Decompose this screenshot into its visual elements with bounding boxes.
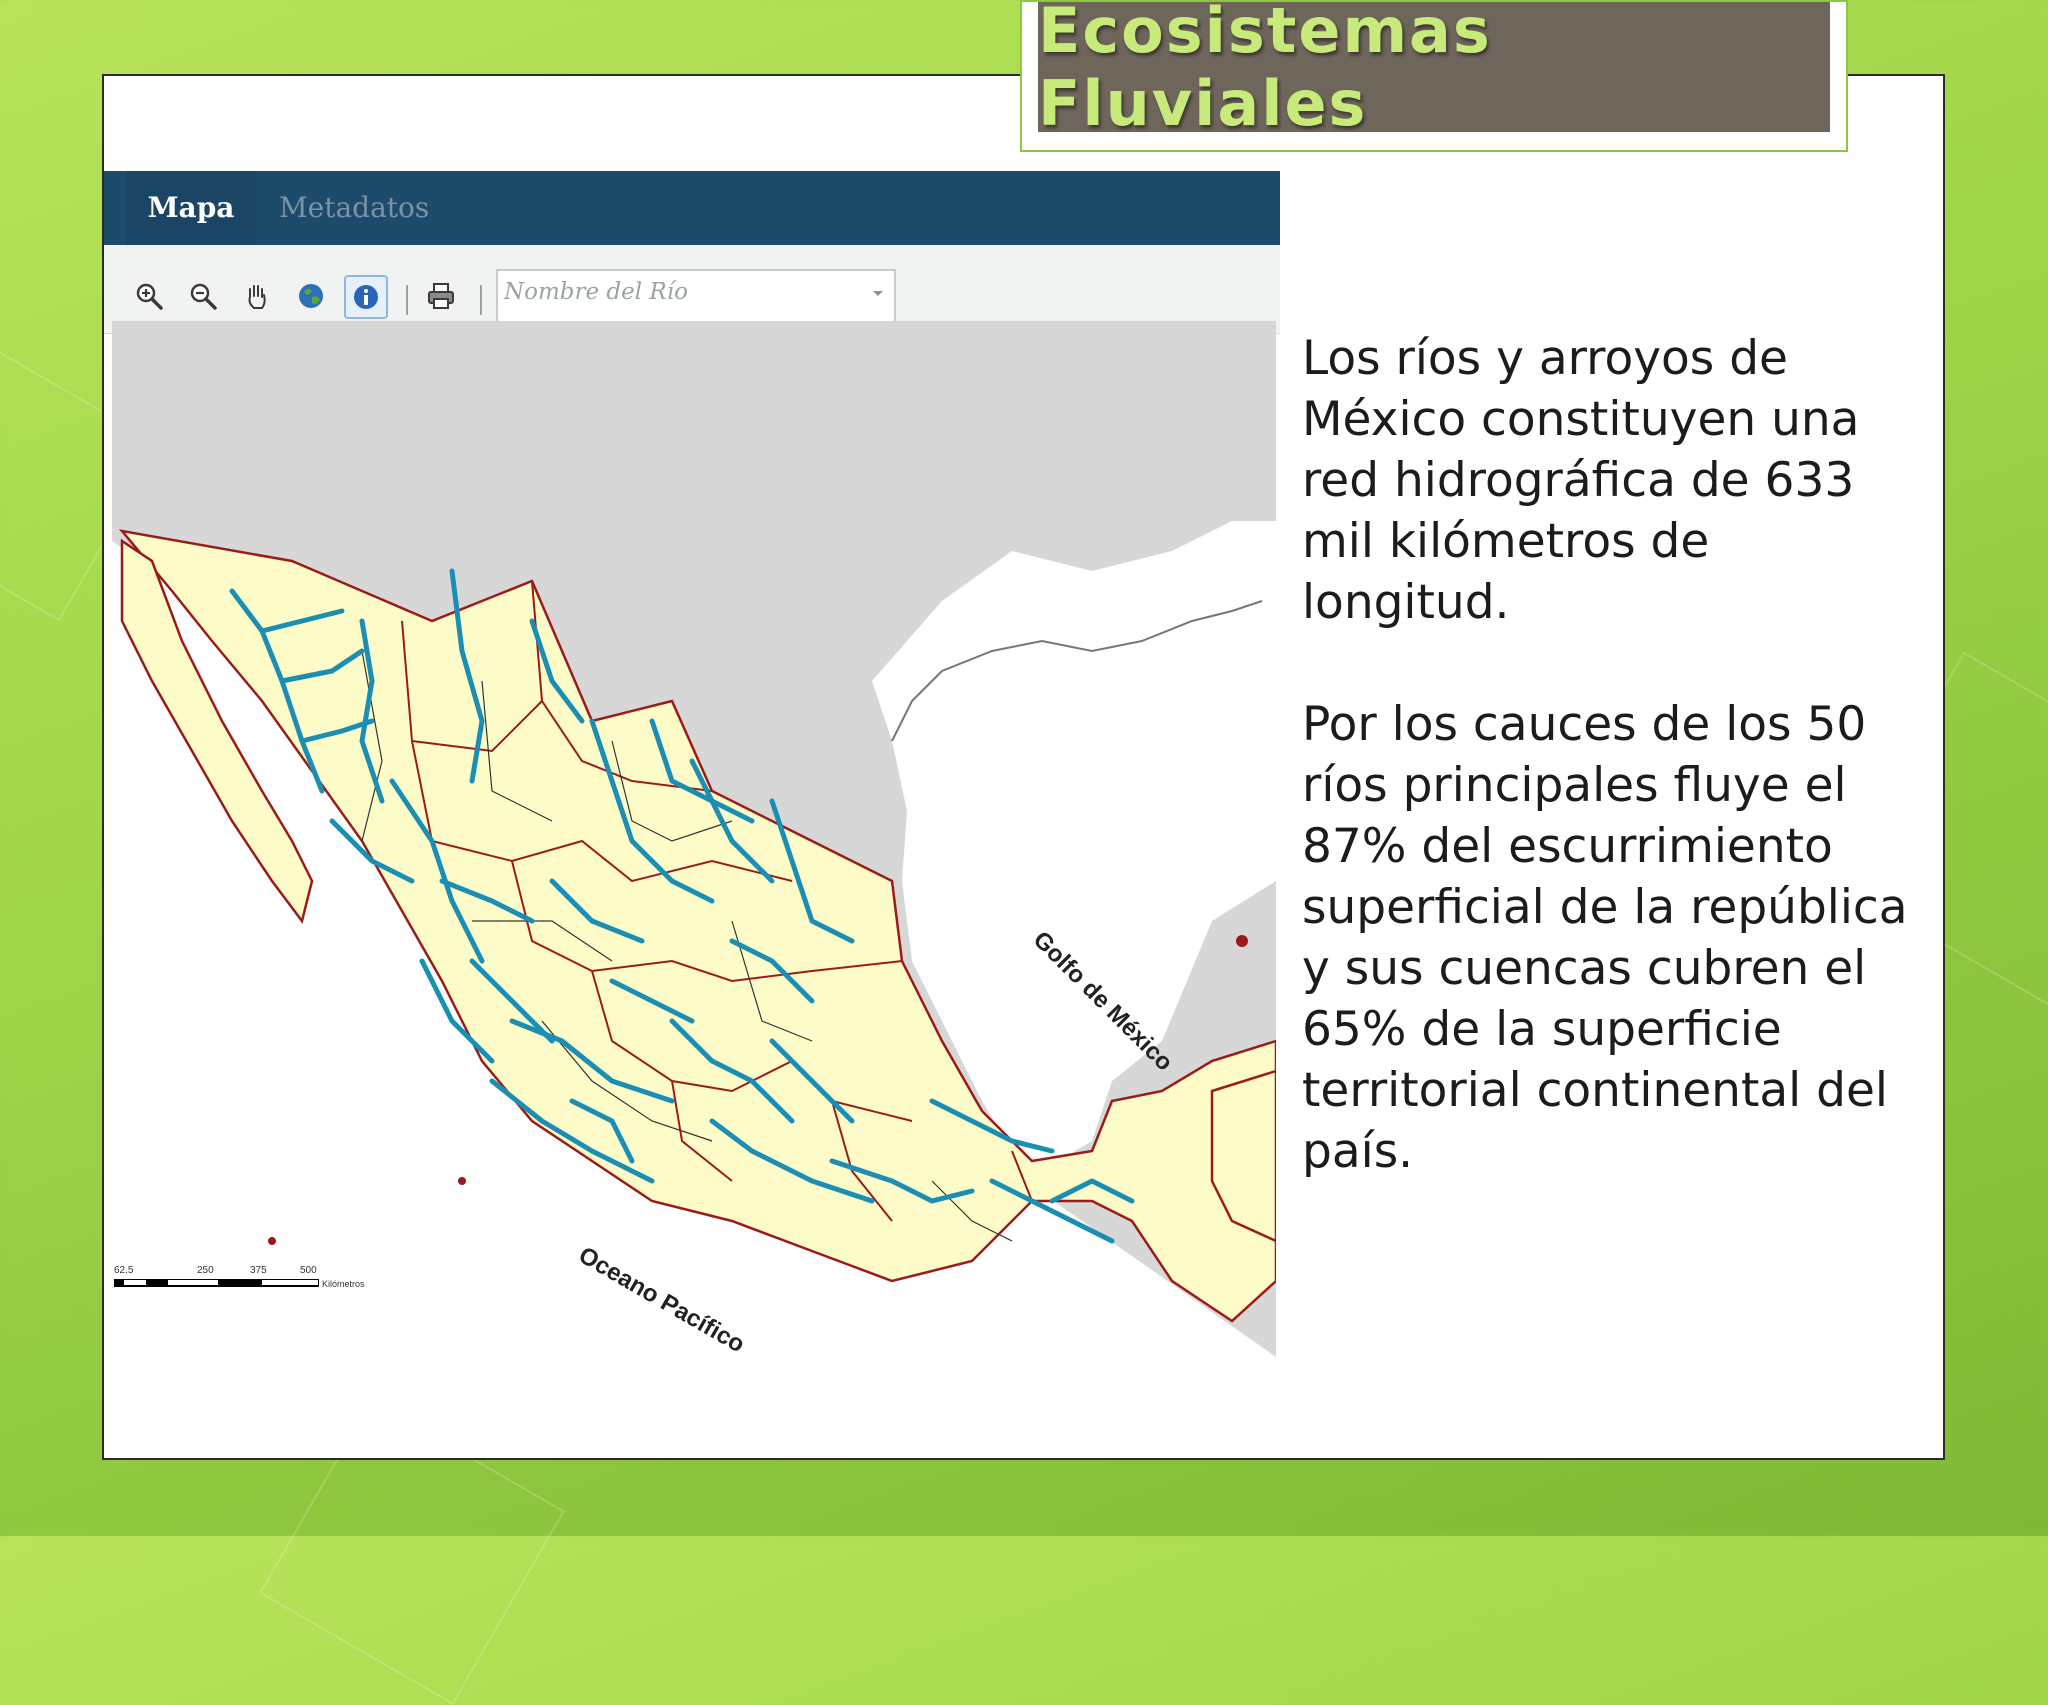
island — [268, 1237, 276, 1245]
title-banner: Ecosistemas Fluviales — [1038, 0, 1830, 140]
pan-hand-icon — [248, 285, 266, 309]
scale-tick: 375 — [250, 1265, 267, 1276]
river-map-app: Mapa Metadatos Nombre del Río Golfo de M… — [104, 171, 1280, 1357]
info-icon — [354, 285, 378, 309]
mexico-river-map: Golfo de México Oceano Pacífico 62.5 250… — [112, 321, 1276, 1357]
river-name-select[interactable]: Nombre del Río — [496, 269, 896, 327]
full-extent-button[interactable] — [294, 279, 328, 313]
print-button[interactable] — [424, 279, 458, 313]
zoom-in-button[interactable] — [132, 279, 166, 313]
tab-metadatos[interactable]: Metadatos — [279, 171, 439, 245]
river-select-placeholder: Nombre del Río — [504, 279, 688, 305]
identify-button[interactable] — [344, 275, 388, 319]
slide-title: Ecosistemas Fluviales — [1038, 0, 1492, 140]
slide-body-text: Los ríos y arroyos de México constituyen… — [1302, 328, 1922, 1182]
island — [458, 1177, 466, 1185]
scale-unit: Kilómetros — [322, 1279, 365, 1289]
globe-icon — [299, 284, 323, 308]
map-canvas[interactable]: Golfo de México Oceano Pacífico 62.5 250… — [112, 321, 1276, 1357]
title-box: Ecosistemas Fluviales — [1020, 0, 1848, 152]
print-icon — [428, 283, 454, 309]
paragraph-river-network: Los ríos y arroyos de México constituyen… — [1302, 331, 1860, 630]
toolbar-separator — [480, 285, 482, 315]
island — [1236, 935, 1248, 947]
paragraph-main-rivers: Por los cauces de los 50 ríos principale… — [1302, 697, 1908, 1179]
zoom-out-button[interactable] — [186, 279, 220, 313]
map-tab-bar: Mapa Metadatos — [104, 171, 1280, 245]
zoom-in-icon — [136, 283, 163, 310]
chevron-down-icon — [873, 291, 883, 296]
tab-mapa[interactable]: Mapa — [126, 171, 256, 245]
pan-button[interactable] — [240, 279, 274, 313]
zoom-out-icon — [190, 283, 217, 310]
toolbar-separator — [406, 285, 408, 315]
scale-tick: 500 — [300, 1265, 317, 1276]
scale-tick: 62.5 — [114, 1265, 134, 1276]
scale-tick: 250 — [197, 1265, 214, 1276]
